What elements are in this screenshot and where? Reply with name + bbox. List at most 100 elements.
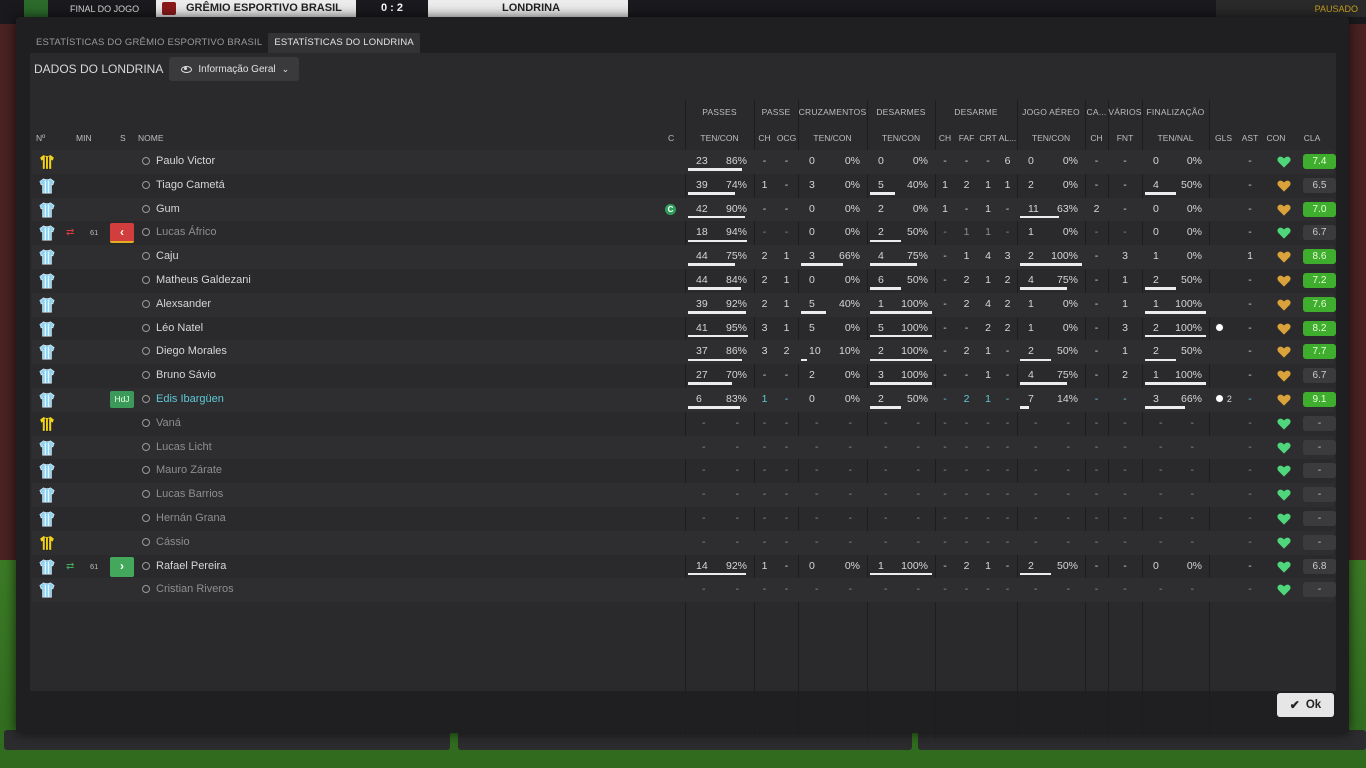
stat-cruzamentos: --	[801, 507, 864, 531]
player-name[interactable]: Rafael Pereira	[156, 560, 226, 572]
stat-passes-bar	[688, 334, 748, 338]
player-name[interactable]: Bruno Sávio	[156, 369, 216, 381]
player-name-cell[interactable]: Vaná	[142, 412, 542, 436]
player-name[interactable]: Lucas Barrios	[156, 488, 223, 500]
player-name[interactable]: Cássio	[156, 536, 190, 548]
player-row[interactable]: Diego Morales 37 86% 3 2 10 10% 2 100% -2 1-2 50% -1…	[32, 340, 1336, 365]
view-dropdown[interactable]: Informação Geral ⌄	[169, 57, 300, 81]
player-name[interactable]: Cristian Riveros	[156, 583, 234, 595]
column-header-s[interactable]: S	[120, 126, 140, 150]
player-name-cell[interactable]: Diego Morales	[142, 340, 542, 364]
stat-desarme-al: -	[1005, 464, 1010, 477]
player-name-cell[interactable]: Rafael Pereira	[142, 555, 542, 579]
column-header-cla[interactable]: CLA	[1290, 126, 1334, 150]
player-name[interactable]: Tiago Cametá	[156, 179, 225, 191]
player-name-cell[interactable]: Gum	[142, 198, 542, 222]
column-header-des-ch[interactable]: CH	[935, 126, 955, 150]
stat-assists: -	[1248, 345, 1252, 358]
ok-button[interactable]: ✔ Ok	[1277, 693, 1334, 717]
player-name[interactable]: Hernán Grana	[156, 512, 226, 524]
column-header-passes[interactable]: TEN/CON	[685, 126, 754, 150]
player-row[interactable]: Léo Natel 41 95% 3 1 5 0% 5 100% - -2 2 1 0% -3 2 100% -8…	[32, 317, 1336, 341]
player-row[interactable]: Hernán Grana - - - - - - - - - - - - - - - - - - - -	[32, 507, 1336, 531]
player-name-cell[interactable]: Tiago Cametá	[142, 174, 542, 198]
subbed-off-icon[interactable]: ‹	[110, 223, 134, 244]
column-header-varios-fnt[interactable]: FNT	[1108, 126, 1142, 150]
stat-jogo-aereo-attempts: 0	[1028, 155, 1034, 167]
player-name-cell[interactable]: Lucas Áfrico	[142, 221, 542, 245]
player-name-cell[interactable]: Caju	[142, 245, 542, 269]
player-row[interactable]: Bruno Sávio 27 70% - -2 0% 3 100% - -1-4 75% -2 1 100…	[32, 364, 1336, 388]
outfield-shirt-icon	[38, 343, 56, 361]
player-row[interactable]: Cristian Riveros - - - - - - - - - - - - - - - - - - - -	[32, 578, 1336, 603]
player-row[interactable]: Matheus Galdezani 44 84% 2 1 0 0% 6 50% -2 1 2 4 75% -…	[32, 269, 1336, 293]
stat-assists: -	[1248, 369, 1252, 382]
column-header-cruz[interactable]: TEN/CON	[798, 126, 867, 150]
player-name[interactable]: Vaná	[156, 417, 181, 429]
player-row[interactable]: Lucas Licht - - - - - - - - - - - - - - - - - - - -	[32, 435, 1336, 460]
subbed-on-icon[interactable]: ›	[110, 556, 134, 577]
player-row[interactable]: Alexsander 39 92% 2 1 5 40% 1 100% -2 4 2 1 0% -1 1 100%…	[32, 292, 1336, 317]
stat-finalizacao-bar	[1145, 287, 1176, 290]
player-row[interactable]: ⇄ 61 ‹ Lucas Áfrico 18 94% - -0 0% 2 50% -1 1-1 0% - -0…	[32, 221, 1336, 245]
player-name[interactable]: Caju	[156, 250, 179, 262]
column-header-name[interactable]: NOME	[138, 126, 218, 150]
column-header-con[interactable]: CON	[1262, 126, 1290, 150]
column-header-no[interactable]: Nº	[36, 126, 56, 150]
player-name-cell[interactable]: Paulo Victor	[142, 150, 542, 174]
column-header-des-faf[interactable]: FAF	[955, 126, 978, 150]
column-header-desarmes[interactable]: TEN/CON	[867, 126, 935, 150]
column-header-ca-ch[interactable]: CH	[1085, 126, 1108, 150]
player-row[interactable]: Vaná - - - - - - - - - - - - - - - - - - - -	[32, 412, 1336, 436]
player-name[interactable]: Mauro Zárate	[156, 464, 222, 476]
player-row[interactable]: Mauro Zárate - - - - - - - - - - - - - - - - - - - -	[32, 459, 1336, 483]
column-header-passe-ocg[interactable]: OCG	[775, 126, 798, 150]
player-name-cell[interactable]: Edis Ibargüen	[142, 388, 542, 412]
column-header-des-crt[interactable]: CRT	[978, 126, 998, 150]
player-name-cell[interactable]: Lucas Barrios	[142, 483, 542, 507]
player-row[interactable]: HdJ Edis Ibargüen 6 83% 1-0 0% 2 50% -2 1-7 14% - -3…	[32, 387, 1336, 412]
player-name[interactable]: Lucas Áfrico	[156, 226, 217, 238]
player-row[interactable]: Lucas Barrios - - - - - - - - - - - - - - - - - - - -	[32, 483, 1336, 507]
player-row[interactable]: ⇄ 61 › Rafael Pereira 14 92% 1-0 0% 1 100% -2 1-2 50…	[32, 555, 1336, 579]
column-header-aereo[interactable]: TEN/CON	[1017, 126, 1085, 150]
outfield-shirt-icon	[38, 177, 56, 195]
stat-cruzamentos: --	[801, 436, 864, 460]
column-header-gls[interactable]: GLS	[1209, 126, 1238, 150]
column-header-c[interactable]: C	[668, 126, 678, 150]
tab-home-stats[interactable]: ESTATÍSTICAS DO GRÊMIO ESPORTIVO BRASIL	[30, 33, 268, 53]
player-row[interactable]: Paulo Victor 23 86% - -0 0% 0 0% - - -6 0 0% - -0 0% -7.…	[32, 150, 1336, 174]
player-name-cell[interactable]: Hernán Grana	[142, 507, 542, 531]
player-name[interactable]: Paulo Victor	[156, 155, 215, 167]
player-name-cell[interactable]: Matheus Galdezani	[142, 269, 542, 293]
stat-jogo-aereo-empty: -	[1066, 440, 1071, 453]
column-header-final[interactable]: TEN/NAL	[1142, 126, 1209, 150]
stat-jogo-aereo-empty: -	[1034, 440, 1038, 453]
player-name[interactable]: Edis Ibargüen	[156, 393, 224, 405]
column-header-ast[interactable]: AST	[1238, 126, 1262, 150]
player-row[interactable]: Gum C 42 90% - -0 0% 2 0% 1-1-11 63% 2-0 0% -7.0	[32, 197, 1336, 222]
player-name-cell[interactable]: Cássio	[142, 531, 542, 555]
player-name-cell[interactable]: Bruno Sávio	[142, 364, 542, 388]
player-name[interactable]: Lucas Licht	[156, 441, 212, 453]
player-name-cell[interactable]: Lucas Licht	[142, 436, 542, 460]
pause-status[interactable]: PAUSADO	[1216, 0, 1366, 17]
stat-jogo-aereo-pct: 0%	[1062, 178, 1078, 191]
player-name-cell[interactable]: Léo Natel	[142, 317, 542, 341]
player-row[interactable]: Tiago Cametá 39 74% 1-3 0% 5 40% 1 2 1 1 2 0% - -4 50% -…	[32, 174, 1336, 198]
player-name[interactable]: Alexsander	[156, 298, 211, 310]
player-name[interactable]: Léo Natel	[156, 322, 203, 334]
player-row[interactable]: Caju 44 75% 2 1 3 66% 4 75% -1 4 3 2 100% -3 1 0% 1 8.6	[32, 245, 1336, 269]
player-name-cell[interactable]: Alexsander	[142, 293, 542, 317]
player-row[interactable]: Cássio - - - - - - - - - - - - - - - - - - - -	[32, 530, 1336, 555]
player-name-cell[interactable]: Cristian Riveros	[142, 578, 542, 602]
player-name[interactable]: Gum	[156, 203, 180, 215]
tab-away-stats[interactable]: ESTATÍSTICAS DO LONDRINA	[268, 33, 420, 53]
player-name[interactable]: Matheus Galdezani	[156, 274, 251, 286]
player-name-cell[interactable]: Mauro Zárate	[142, 459, 542, 483]
stat-assists: -	[1248, 535, 1252, 548]
column-header-des-al[interactable]: AL...	[998, 126, 1017, 150]
panel-title: DADOS DO LONDRINA	[34, 62, 164, 76]
column-header-passe-ch[interactable]: CH	[754, 126, 775, 150]
player-name[interactable]: Diego Morales	[156, 345, 227, 357]
